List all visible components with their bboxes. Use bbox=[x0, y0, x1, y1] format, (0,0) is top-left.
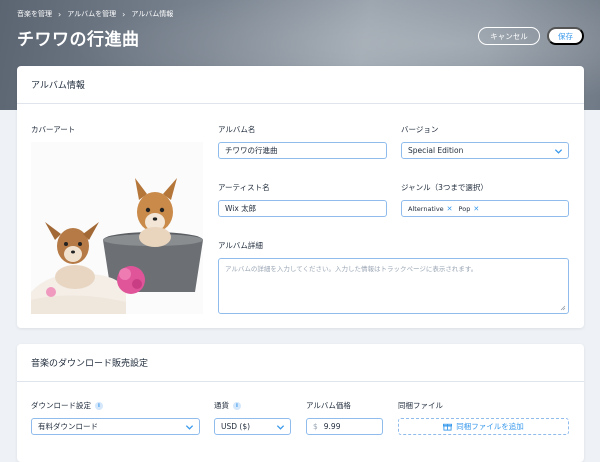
album-name-label: アルバム名 bbox=[218, 125, 256, 134]
currency-label-wrap: 通貨 i bbox=[214, 400, 241, 411]
remove-tag-icon[interactable]: ✕ bbox=[447, 205, 453, 213]
download-settings-card: 音楽のダウンロード販売設定 ダウンロード設定 i 有料ダウンロード 通貨 i USD… bbox=[17, 344, 584, 462]
album-price-input[interactable]: $ 9.99 bbox=[306, 418, 383, 435]
add-attachment-button[interactable]: 同梱ファイルを追加 bbox=[398, 418, 569, 435]
page-title: チワワの行進曲 bbox=[17, 30, 140, 50]
download-setting-label-wrap: ダウンロード設定 i bbox=[31, 400, 103, 411]
gift-icon bbox=[443, 423, 453, 431]
resize-handle-icon[interactable] bbox=[560, 305, 566, 311]
genre-tag: Pop ✕ bbox=[459, 205, 480, 213]
album-name-input[interactable]: チワワの行進曲 bbox=[218, 142, 387, 159]
save-button[interactable]: 保存 bbox=[547, 27, 584, 45]
download-setting-value: 有料ダウンロード bbox=[38, 422, 98, 431]
breadcrumb-item-music[interactable]: 音楽を管理 bbox=[17, 9, 52, 19]
cancel-button[interactable]: キャンセル bbox=[478, 27, 540, 45]
download-settings-title: 音楽のダウンロード販売設定 bbox=[17, 344, 584, 382]
currency-label: 通貨 bbox=[214, 401, 229, 410]
chevron-down-icon bbox=[276, 425, 285, 430]
version-label: バージョン bbox=[401, 125, 439, 134]
artist-name-label: アーティスト名 bbox=[218, 183, 270, 192]
version-select[interactable]: Special Edition bbox=[401, 142, 569, 159]
album-details-placeholder: アルバムの詳細を入力してください。入力した情報はトラックページに表示されます。 bbox=[225, 265, 478, 273]
genre-tag-label: Alternative bbox=[408, 204, 444, 213]
genre-tag: Alternative ✕ bbox=[408, 205, 453, 213]
album-details-label: アルバム詳細 bbox=[218, 241, 263, 250]
info-icon[interactable]: i bbox=[233, 402, 241, 410]
breadcrumb-item-current: アルバム情報 bbox=[131, 10, 174, 18]
genre-tag-label: Pop bbox=[458, 204, 471, 213]
breadcrumb-item-albums[interactable]: アルバムを管理 bbox=[67, 9, 116, 19]
breadcrumb: 音楽を管理 › アルバムを管理 › アルバム情報 bbox=[17, 9, 173, 19]
chevron-right-icon: › bbox=[58, 9, 62, 19]
info-icon[interactable]: i bbox=[95, 402, 103, 410]
album-details-textarea[interactable]: アルバムの詳細を入力してください。入力した情報はトラックページに表示されます。 bbox=[218, 258, 569, 314]
chevron-down-icon bbox=[185, 425, 194, 430]
cover-art-image[interactable] bbox=[31, 142, 203, 314]
album-info-title: アルバム情報 bbox=[17, 66, 584, 104]
album-price-value: 9.99 bbox=[323, 422, 341, 431]
currency-select[interactable]: USD ($) bbox=[214, 418, 291, 435]
remove-tag-icon[interactable]: ✕ bbox=[473, 205, 479, 213]
attachment-label: 同梱ファイル bbox=[398, 401, 443, 410]
cover-art-label: カバーアート bbox=[31, 125, 76, 134]
album-info-card: アルバム情報 カバーアート アルバム名 チワワの行進曲 バージョン Specia… bbox=[17, 66, 584, 328]
add-attachment-label: 同梱ファイルを追加 bbox=[456, 422, 524, 431]
price-currency-symbol: $ bbox=[313, 422, 318, 431]
genre-multiselect[interactable]: Alternative ✕ Pop ✕ bbox=[401, 200, 569, 217]
chevron-right-icon: › bbox=[122, 9, 126, 19]
currency-value: USD ($) bbox=[221, 422, 251, 431]
chevron-down-icon bbox=[554, 149, 563, 154]
artist-name-input[interactable]: Wix 太郎 bbox=[218, 200, 387, 217]
genre-label: ジャンル（3つまで選択） bbox=[401, 183, 488, 192]
download-setting-label: ダウンロード設定 bbox=[31, 401, 91, 410]
album-price-label: アルバム価格 bbox=[306, 401, 351, 410]
version-value: Special Edition bbox=[408, 146, 464, 155]
download-setting-select[interactable]: 有料ダウンロード bbox=[31, 418, 200, 435]
